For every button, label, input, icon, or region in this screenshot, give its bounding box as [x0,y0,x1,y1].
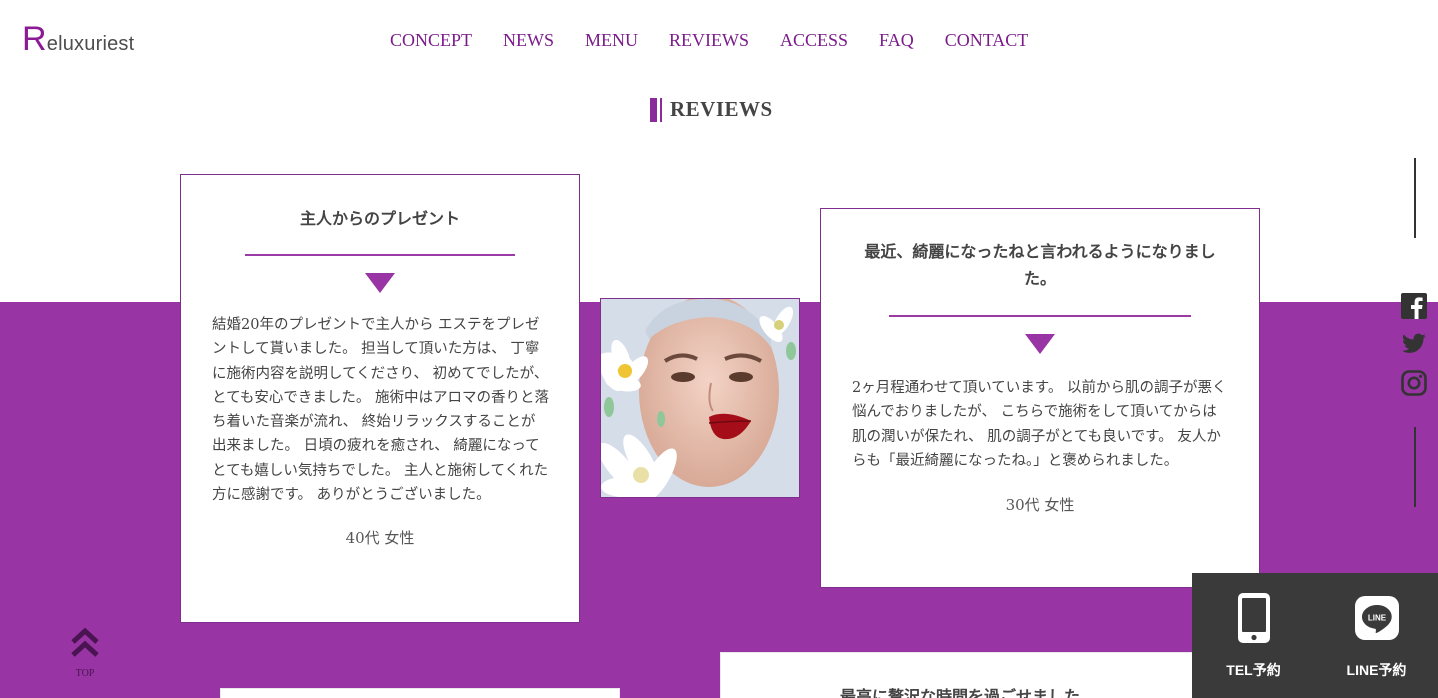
review-card: 主人からのプレゼント 結婚20年のプレゼントで主人から エステをプレゼントして貰… [180,174,580,623]
twitter-icon[interactable] [1401,331,1427,357]
instagram-icon[interactable] [1401,370,1427,396]
nav-item-menu[interactable]: MENU [585,30,638,51]
social-divider-top [1414,158,1416,238]
woman-face-flowers-image [601,299,799,497]
review-title: 最近、綺麗になったねと言われるようになりました。 [864,242,1216,288]
review-photo [600,298,800,498]
back-to-top-button[interactable]: TOP [64,626,106,682]
review-body: 2ヶ月程通わせて頂いています。 以前から肌の調子が悪く悩んでおりましたが、 こち… [852,380,1227,469]
nav-item-reviews[interactable]: REVIEWS [669,30,749,51]
nav-item-concept[interactable]: CONCEPT [390,30,472,51]
review-author: 40代 女性 [345,529,415,548]
site-logo[interactable]: Reluxuriest [22,22,134,56]
review-author: 30代 女性 [1005,496,1075,515]
line-icon: LINE [1354,590,1400,646]
nav-item-contact[interactable]: CONTACT [945,30,1029,51]
review-divider [889,315,1191,317]
logo-initial: R [22,20,47,58]
review-title: 最高に贅沢な時間を過ごせました [839,687,1080,698]
review-body: 結婚20年のプレゼントで主人から エステをプレゼントして貰いました。 担当して頂… [212,317,549,504]
triangle-down-icon [365,273,395,293]
nav-item-news[interactable]: NEWS [503,30,554,51]
review-card [220,688,620,698]
review-card: 最近、綺麗になったねと言われるようになりました。 2ヶ月程通わせて頂いています。… [820,208,1260,588]
line-booking-label: LINE予約 [1346,662,1407,678]
nav-item-access[interactable]: ACCESS [780,30,848,51]
double-chevron-up-icon [71,627,99,657]
logo-text: eluxuriest [46,33,135,55]
social-divider-bottom [1414,427,1416,507]
line-booking-button[interactable]: LINE LINE予約 [1315,573,1438,698]
facebook-icon[interactable] [1401,293,1427,319]
back-to-top-label: TOP [75,668,95,679]
smartphone-icon [1237,590,1271,646]
booking-panel: TEL予約 LINE LINE予約 [1192,573,1438,698]
review-title: 主人からのプレゼント [299,209,460,228]
review-divider [245,254,515,256]
review-card: 最高に贅沢な時間を過ごせました [720,652,1200,698]
nav-item-faq[interactable]: FAQ [879,30,914,51]
tel-booking-label: TEL予約 [1226,662,1281,678]
triangle-down-icon [1025,334,1055,354]
section-title: REVIEWS [670,97,773,121]
tel-booking-button[interactable]: TEL予約 [1192,573,1315,698]
heading-bar-decoration [650,97,662,122]
main-nav: CONCEPT NEWS MENU REVIEWS ACCESS FAQ CON… [390,30,1028,51]
line-icon-text: LINE [1367,614,1386,623]
section-heading: REVIEWS [650,97,773,122]
